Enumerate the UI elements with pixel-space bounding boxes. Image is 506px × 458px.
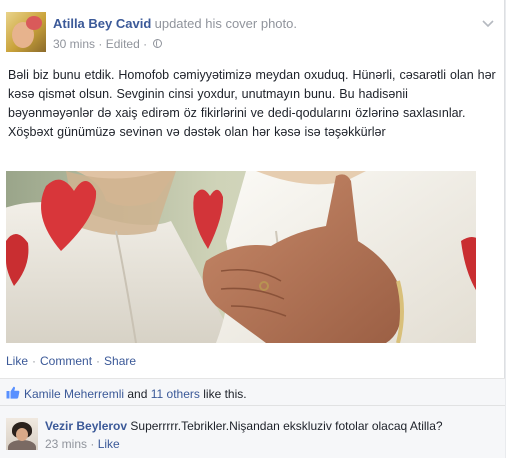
post-body-text: Bəli biz bunu etdik. Homofob cəmiyyətimi…	[8, 68, 496, 139]
post-action-text: updated his cover photo.	[154, 16, 297, 31]
likes-text: Kamile Meherremli and 11 others like thi…	[24, 387, 247, 401]
comment-text: Superrrrr.Tebrikler.Nişandan ekskluziv f…	[130, 419, 443, 433]
post-edited-label[interactable]: Edited	[106, 37, 140, 51]
cover-photo[interactable]	[6, 171, 476, 343]
post-meta: 30 mins · Edited ·	[53, 36, 473, 51]
comment-meta-separator: ·	[90, 437, 95, 451]
cover-photo-image	[6, 171, 476, 343]
comment-like-button[interactable]: Like	[98, 437, 120, 451]
commenter-name-link[interactable]: Vezir Beylerov	[45, 419, 127, 433]
share-button[interactable]: Share	[104, 354, 136, 368]
author-name-link[interactable]: Atilla Bey Cavid	[53, 16, 151, 31]
like-button[interactable]: Like	[6, 354, 28, 368]
thumbs-up-icon	[6, 386, 20, 399]
others-link[interactable]: 11 others	[151, 387, 200, 401]
commenter-avatar[interactable]	[6, 418, 38, 450]
post-header-text: Atilla Bey Cavid updated his cover photo…	[53, 16, 473, 51]
author-avatar[interactable]	[6, 12, 46, 52]
comment-item: Vezir Beylerov Superrrrr.Tebrikler.Nişan…	[0, 406, 505, 458]
news-feed-post: Atilla Bey Cavid updated his cover photo…	[0, 0, 505, 458]
likes-and-text: and	[127, 387, 148, 401]
avatar-image-part	[16, 428, 28, 441]
meta-separator: ·	[98, 36, 106, 51]
post-actions: Like · Comment · Share	[6, 354, 136, 368]
comment-body: Vezir Beylerov Superrrrr.Tebrikler.Nişan…	[45, 419, 495, 451]
action-separator: ·	[96, 354, 101, 368]
post-header: Atilla Bey Cavid updated his cover photo…	[6, 12, 496, 56]
comment-timestamp[interactable]: 23 mins	[45, 437, 87, 451]
comment-button[interactable]: Comment	[40, 354, 92, 368]
chevron-down-icon-svg	[482, 20, 494, 28]
liker-name-link[interactable]: Kamile Meherremli	[24, 387, 124, 401]
avatar-image-part	[8, 440, 36, 450]
avatar-image-part	[26, 16, 42, 30]
likes-summary: Kamile Meherremli and 11 others like thi…	[0, 378, 505, 406]
globe-icon[interactable]	[153, 39, 163, 49]
likes-suffix-text: like this.	[203, 387, 247, 401]
post-timestamp[interactable]: 30 mins	[53, 37, 95, 51]
action-separator: ·	[32, 354, 37, 368]
meta-separator: ·	[143, 36, 151, 51]
chevron-down-icon[interactable]	[482, 16, 494, 31]
comment-meta: 23 mins · Like	[45, 437, 495, 451]
